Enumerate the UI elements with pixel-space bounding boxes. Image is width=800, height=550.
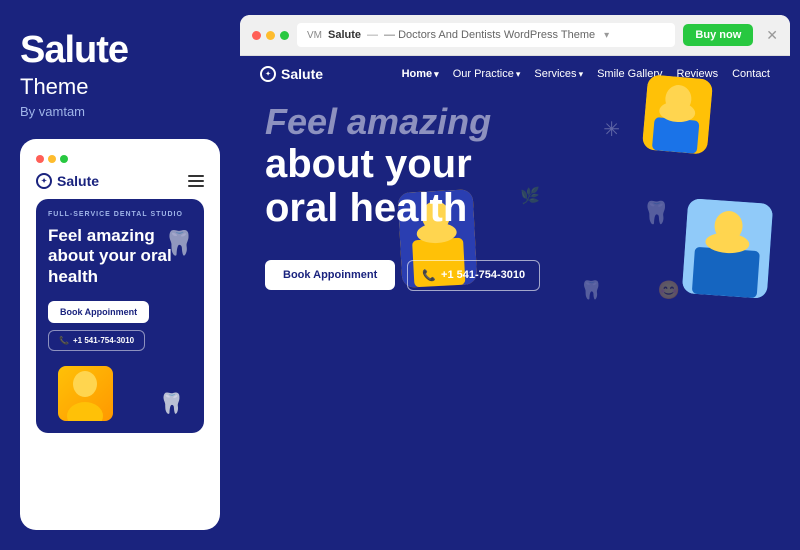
mobile-dots bbox=[36, 155, 204, 163]
browser-vam-logo: VM bbox=[307, 30, 322, 41]
nav-link-contact[interactable]: Contact bbox=[732, 68, 770, 80]
hero-phone-button[interactable]: 📞 +1 541-754-3010 bbox=[407, 260, 540, 291]
browser-site-name: Salute bbox=[328, 29, 361, 41]
browser-address-bar[interactable]: VM Salute — — Doctors And Dentists WordP… bbox=[297, 23, 675, 47]
hero-headline-line2: about your bbox=[265, 142, 765, 186]
hero-headline: Feel amazing about your oral health bbox=[265, 102, 765, 230]
browser-chrome-bar: VM Salute — — Doctors And Dentists WordP… bbox=[240, 15, 790, 56]
website-logo-icon: ✦ bbox=[260, 66, 276, 82]
nav-link-home[interactable]: Home ▾ bbox=[402, 68, 439, 80]
browser-separator: — bbox=[367, 29, 378, 41]
website-nav-links: Home ▾ Our Practice ▾ Services ▾ Smile G… bbox=[402, 68, 770, 80]
browser-close-icon[interactable]: ✕ bbox=[766, 27, 778, 44]
nav-link-services[interactable]: Services ▾ bbox=[534, 68, 583, 80]
browser-path: — Doctors And Dentists WordPress Theme bbox=[384, 29, 595, 41]
mobile-person-image bbox=[58, 366, 113, 421]
brand-title: Salute bbox=[20, 30, 220, 72]
mobile-logo: ✦ Salute bbox=[36, 173, 99, 189]
mobile-service-label: FULL-SERVICE DENTAL STUDIO bbox=[48, 211, 192, 218]
dot-yellow bbox=[48, 155, 56, 163]
mobile-image-area: 🦷 bbox=[48, 361, 192, 421]
phone-icon: 📞 bbox=[59, 336, 69, 345]
mobile-logo-text: Salute bbox=[57, 173, 99, 189]
mobile-phone-button[interactable]: 📞 +1 541-754-3010 bbox=[48, 330, 145, 351]
hero-cta-row: Book Appoinment 📞 +1 541-754-3010 bbox=[265, 260, 765, 291]
dot-green bbox=[60, 155, 68, 163]
nav-link-practice[interactable]: Our Practice ▾ bbox=[453, 68, 521, 80]
person-silhouette-svg bbox=[58, 366, 113, 421]
tooth-icon-mobile: 🦷 bbox=[159, 391, 184, 416]
mobile-book-button[interactable]: Book Appoinment bbox=[48, 301, 149, 323]
hero-headline-line3: oral health bbox=[265, 186, 765, 230]
browser-dot-yellow[interactable] bbox=[266, 31, 275, 40]
website-hero-section: ✳ Feel amazing about your oral health Bo… bbox=[240, 92, 790, 306]
hero-book-button[interactable]: Book Appoinment bbox=[265, 260, 395, 290]
browser-mockup: VM Salute — — Doctors And Dentists WordP… bbox=[240, 15, 790, 550]
mobile-menu-icon[interactable] bbox=[188, 175, 204, 187]
browser-dropdown-arrow: ▾ bbox=[604, 30, 609, 41]
hero-headline-line1: Feel amazing bbox=[265, 102, 765, 142]
brand-subtitle: Theme bbox=[20, 74, 220, 100]
brand-by: By vamtam bbox=[20, 104, 220, 119]
website-logo: ✦ Salute bbox=[260, 66, 323, 82]
mobile-nav-bar: ✦ Salute bbox=[36, 173, 204, 189]
browser-dot-green[interactable] bbox=[280, 31, 289, 40]
phone-icon-hero: 📞 bbox=[422, 269, 436, 282]
website-content: ✦ Salute Home ▾ Our Practice ▾ Services … bbox=[240, 56, 790, 550]
mobile-hero-section: FULL-SERVICE DENTAL STUDIO Feel amazing … bbox=[36, 199, 204, 433]
browser-buy-button[interactable]: Buy now bbox=[683, 24, 753, 46]
browser-control-dots bbox=[252, 31, 289, 40]
left-panel: Salute Theme By vamtam ✦ Salute FULL-SER… bbox=[0, 0, 240, 550]
browser-dot-red[interactable] bbox=[252, 31, 261, 40]
mobile-cta-row: Book Appoinment 📞 +1 541-754-3010 bbox=[48, 301, 192, 351]
dot-red bbox=[36, 155, 44, 163]
heart-tooth-icon: 🦷 bbox=[164, 229, 194, 258]
mobile-mockup-card: ✦ Salute FULL-SERVICE DENTAL STUDIO Feel… bbox=[20, 139, 220, 530]
website-logo-text: Salute bbox=[281, 66, 323, 82]
mobile-logo-icon: ✦ bbox=[36, 173, 52, 189]
